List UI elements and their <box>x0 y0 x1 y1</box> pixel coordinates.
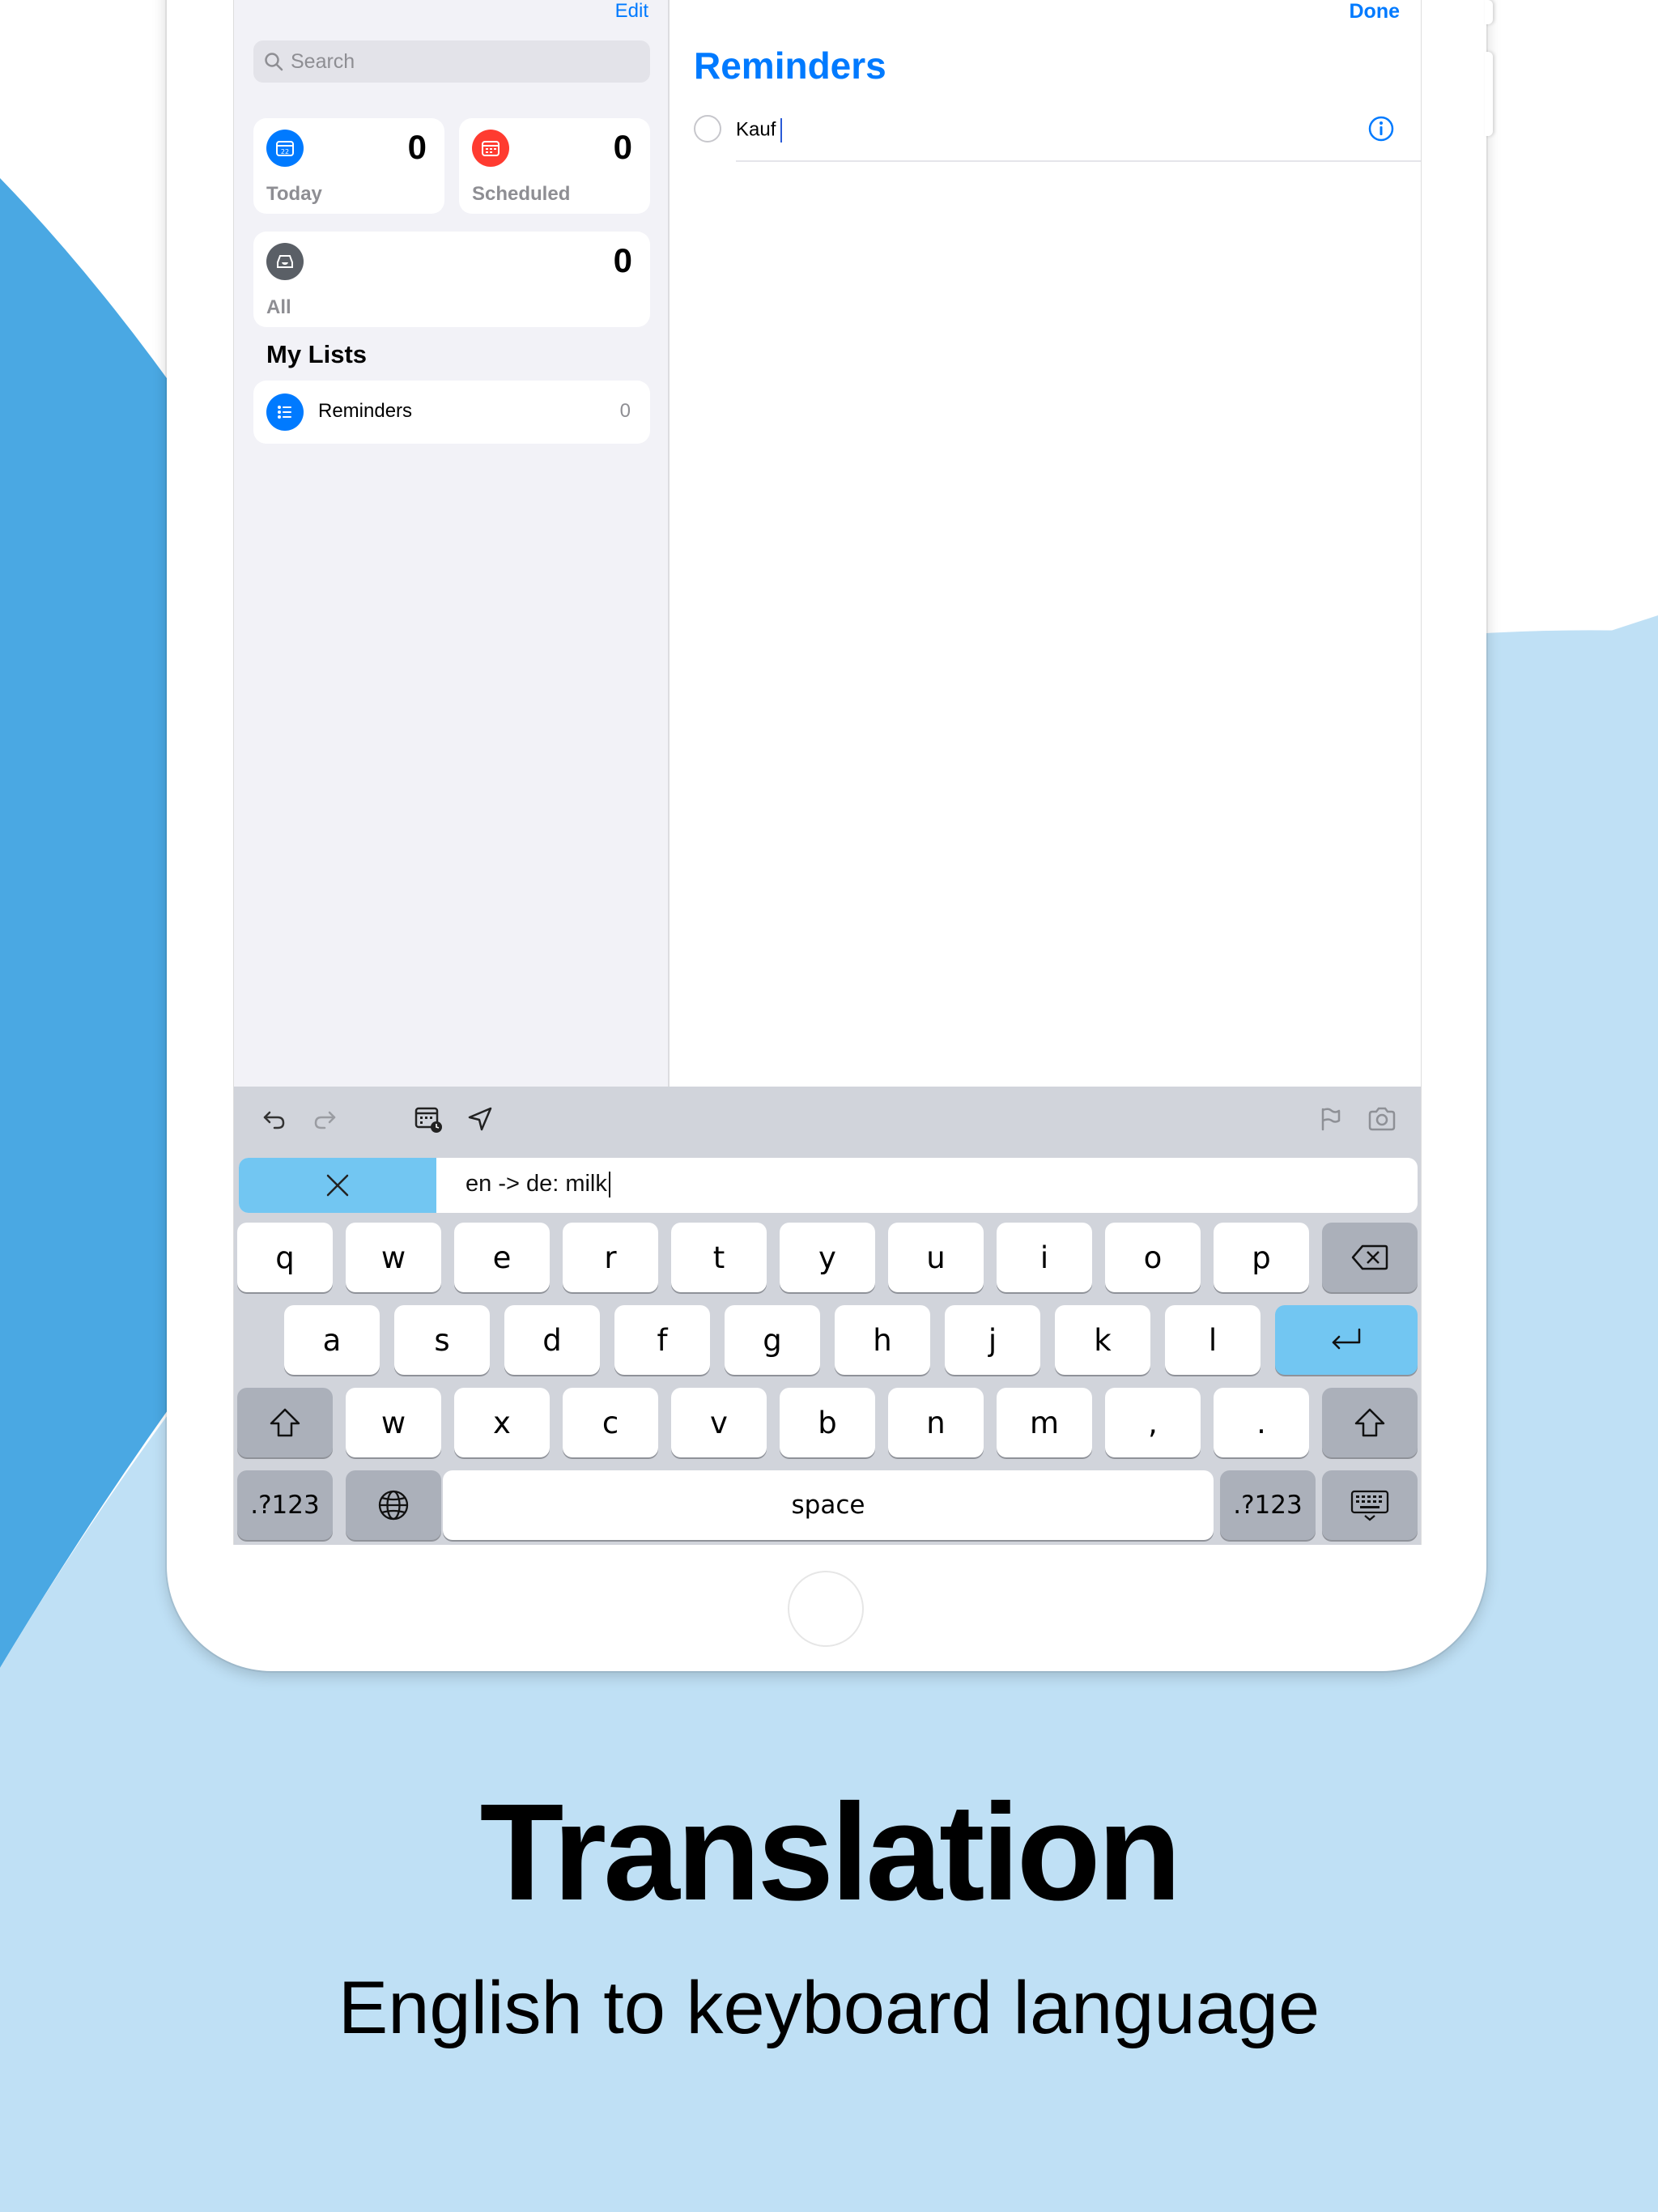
keyboard: en -> de: milk q w e r t y u i o p a s d… <box>234 1087 1421 1545</box>
translation-text: en -> de: milk <box>466 1171 607 1197</box>
key-v[interactable]: v <box>671 1388 767 1457</box>
caption-subtitle: English to keyboard language <box>338 1967 1320 2049</box>
key-e[interactable]: e <box>454 1223 550 1292</box>
key-g[interactable]: g <box>725 1305 820 1375</box>
key-q[interactable]: q <box>237 1223 333 1292</box>
search-icon <box>265 53 283 71</box>
search-field[interactable]: Search <box>253 40 650 83</box>
key-u[interactable]: u <box>888 1223 984 1292</box>
flag-icon[interactable] <box>1314 1103 1346 1135</box>
close-icon <box>326 1174 349 1197</box>
shift-key-left[interactable] <box>237 1388 333 1457</box>
volume-button <box>1485 52 1493 136</box>
key-k[interactable]: k <box>1055 1305 1150 1375</box>
home-button[interactable] <box>788 1571 864 1647</box>
my-lists-heading: My Lists <box>266 340 368 368</box>
numbers-key-right[interactable]: .?123 <box>1220 1470 1316 1540</box>
list-icon <box>266 393 304 431</box>
translation-bar: en -> de: milk <box>239 1158 1418 1213</box>
globe-key[interactable] <box>346 1470 441 1540</box>
smart-list-scheduled[interactable]: 0 Scheduled <box>459 118 650 214</box>
delete-key[interactable] <box>1322 1223 1418 1292</box>
key-h[interactable]: h <box>835 1305 930 1375</box>
tray-icon <box>266 243 304 280</box>
key-a[interactable]: a <box>284 1305 380 1375</box>
key-w[interactable]: w <box>346 1223 441 1292</box>
edit-button[interactable]: Edit <box>615 0 648 23</box>
text-cursor <box>608 1172 610 1198</box>
svg-text:22: 22 <box>281 148 289 155</box>
key-x[interactable]: x <box>454 1388 550 1457</box>
calendar-scheduled-icon <box>472 130 509 167</box>
scheduled-label: Scheduled <box>472 183 571 205</box>
key-y[interactable]: y <box>780 1223 875 1292</box>
key-f[interactable]: f <box>614 1305 710 1375</box>
translation-input[interactable]: en -> de: milk <box>466 1171 610 1198</box>
key-p[interactable]: p <box>1214 1223 1309 1292</box>
scheduled-count: 0 <box>613 128 632 166</box>
list-title: Reminders <box>694 45 886 87</box>
keyboard-toolbar <box>234 1087 1421 1151</box>
reminder-text[interactable]: Kauf <box>736 118 776 140</box>
close-translation-button[interactable] <box>239 1158 436 1213</box>
calendar-clock-icon[interactable] <box>412 1103 444 1135</box>
row-divider <box>736 160 1421 162</box>
key-t[interactable]: t <box>671 1223 767 1292</box>
done-button[interactable]: Done <box>1350 0 1401 23</box>
keyboard-dismiss-icon <box>1350 1490 1389 1521</box>
key-i[interactable]: i <box>997 1223 1092 1292</box>
globe-icon <box>378 1490 409 1521</box>
ipad-screen: Edit Search 22 0 Today 0 Scheduled 0 All <box>233 0 1422 1545</box>
search-placeholder: Search <box>291 49 355 73</box>
hide-keyboard-key[interactable] <box>1322 1470 1418 1540</box>
list-count: 0 <box>619 400 631 422</box>
key-l[interactable]: l <box>1165 1305 1261 1375</box>
key-o[interactable]: o <box>1105 1223 1201 1292</box>
key-s[interactable]: s <box>394 1305 490 1375</box>
space-key[interactable]: space <box>443 1470 1214 1540</box>
key-w[interactable]: w <box>346 1388 441 1457</box>
key-j[interactable]: j <box>945 1305 1040 1375</box>
list-name: Reminders <box>318 400 413 422</box>
return-icon <box>1332 1328 1361 1350</box>
shift-icon <box>1354 1408 1385 1437</box>
key-d[interactable]: d <box>504 1305 600 1375</box>
redo-icon[interactable] <box>308 1103 341 1135</box>
calendar-today-icon: 22 <box>266 130 304 167</box>
caption-title: Translation <box>479 1776 1182 1929</box>
location-icon[interactable] <box>464 1103 496 1135</box>
undo-icon[interactable] <box>258 1103 291 1135</box>
key-m[interactable]: m <box>997 1388 1092 1457</box>
key-period[interactable]: . <box>1214 1388 1309 1457</box>
key-c[interactable]: c <box>563 1388 658 1457</box>
complete-circle-icon[interactable] <box>694 115 721 143</box>
shift-key-right[interactable] <box>1322 1388 1418 1457</box>
reminder-row[interactable]: Kauf <box>694 113 1421 162</box>
today-count: 0 <box>407 128 427 166</box>
key-n[interactable]: n <box>888 1388 984 1457</box>
today-label: Today <box>266 183 322 205</box>
sidebar: Edit Search 22 0 Today 0 Scheduled 0 All <box>234 0 670 1087</box>
key-r[interactable]: r <box>563 1223 658 1292</box>
delete-backward-icon <box>1351 1244 1388 1270</box>
key-b[interactable]: b <box>780 1388 875 1457</box>
all-label: All <box>266 296 291 318</box>
return-key[interactable] <box>1275 1305 1418 1375</box>
text-cursor <box>780 118 783 143</box>
info-icon[interactable] <box>1367 115 1395 147</box>
volume-button <box>1485 0 1493 24</box>
key-comma[interactable]: , <box>1105 1388 1201 1457</box>
camera-icon[interactable] <box>1366 1103 1398 1135</box>
smart-list-today[interactable]: 22 0 Today <box>253 118 444 214</box>
all-count: 0 <box>613 241 632 279</box>
detail-pane: Done Reminders Kauf <box>670 0 1421 1087</box>
numbers-key-left[interactable]: .?123 <box>237 1470 333 1540</box>
list-item-reminders[interactable]: Reminders 0 <box>253 381 650 444</box>
smart-list-all[interactable]: 0 All <box>253 232 650 327</box>
shift-icon <box>270 1408 300 1437</box>
